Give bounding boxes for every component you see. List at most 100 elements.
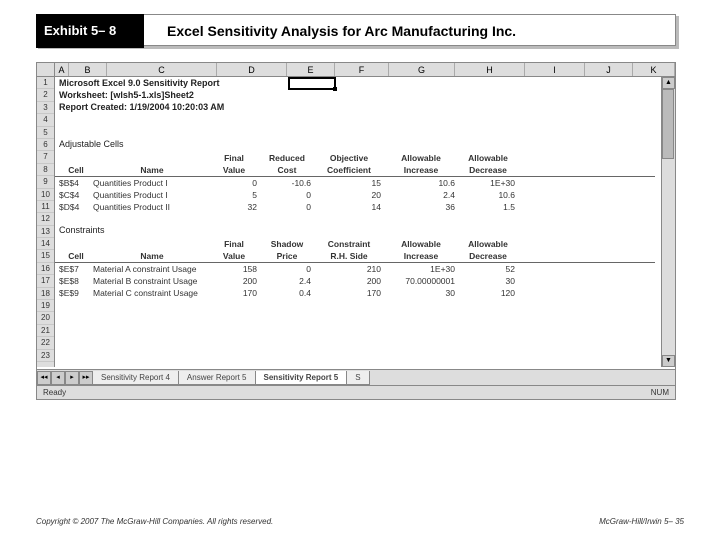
row-header[interactable]: 20 bbox=[37, 312, 54, 324]
cell-value: 210 bbox=[317, 264, 387, 276]
row-header[interactable]: 10 bbox=[37, 189, 54, 201]
col-header[interactable]: J bbox=[585, 63, 633, 76]
row-header[interactable]: 9 bbox=[37, 176, 54, 188]
adj-cells-header-1: Final Reduced Objective Allowable Allowa… bbox=[55, 153, 655, 165]
col-header[interactable]: I bbox=[525, 63, 585, 76]
title-bar: Exhibit 5– 8 Excel Sensitivity Analysis … bbox=[36, 14, 676, 46]
table-row: $B$4Quantities Product I0-10.61510.61E+3… bbox=[55, 178, 655, 190]
slide-footer: Copyright © 2007 The McGraw-Hill Compani… bbox=[36, 517, 684, 526]
sheet-tab[interactable]: Sensitivity Report 5 bbox=[255, 371, 348, 385]
adj-cells-header-2: Cell Name Value Cost Coefficient Increas… bbox=[55, 165, 655, 177]
table-row: $D$4Quantities Product II32014361.5 bbox=[55, 202, 655, 214]
cell-value: -10.6 bbox=[263, 178, 317, 190]
spreadsheet-grid[interactable]: Microsoft Excel 9.0 Sensitivity Report W… bbox=[55, 77, 675, 367]
col-header[interactable]: E bbox=[287, 63, 335, 76]
col-header[interactable]: A bbox=[55, 63, 69, 76]
scroll-thumb[interactable] bbox=[662, 89, 674, 159]
cell-value: 1.5 bbox=[461, 202, 521, 214]
tab-nav-next[interactable]: ▸ bbox=[65, 371, 79, 385]
row-header[interactable]: 3 bbox=[37, 102, 54, 114]
col-header[interactable]: F bbox=[335, 63, 389, 76]
cell-value: 52 bbox=[461, 264, 521, 276]
row-header[interactable]: 18 bbox=[37, 288, 54, 300]
report-created: Report Created: 1/19/2004 10:20:03 AM bbox=[59, 102, 224, 112]
row-header[interactable]: 7 bbox=[37, 151, 54, 163]
sheet-tab-strip: ◂◂ ◂ ▸ ▸▸ Sensitivity Report 4Answer Rep… bbox=[37, 369, 675, 385]
table-row: $E$9Material C constraint Usage1700.4170… bbox=[55, 288, 655, 300]
row-header[interactable]: 2 bbox=[37, 89, 54, 101]
cell-value: $C$4 bbox=[55, 190, 93, 202]
sheet-tab[interactable]: Answer Report 5 bbox=[178, 371, 256, 385]
tab-nav-last[interactable]: ▸▸ bbox=[79, 371, 93, 385]
col-header[interactable]: H bbox=[455, 63, 525, 76]
cell-value: Material C constraint Usage bbox=[93, 288, 211, 300]
cell-value: 5 bbox=[211, 190, 263, 202]
section-heading: Adjustable Cells bbox=[59, 139, 124, 149]
cell-value: $E$8 bbox=[55, 276, 93, 288]
row-header[interactable]: 13 bbox=[37, 226, 54, 238]
table-row: $C$4Quantities Product I50202.410.6 bbox=[55, 190, 655, 202]
row-header[interactable]: 11 bbox=[37, 201, 54, 213]
cell-value: $E$7 bbox=[55, 264, 93, 276]
horizontal-scrollbar[interactable] bbox=[374, 372, 675, 384]
sheet-tab[interactable]: S bbox=[346, 371, 369, 385]
table-row: $E$7Material A constraint Usage15802101E… bbox=[55, 264, 655, 276]
page-number: McGraw-Hill/Irwin 5– 35 bbox=[599, 517, 684, 526]
col-header[interactable]: D bbox=[217, 63, 287, 76]
status-bar: Ready NUM bbox=[37, 385, 675, 399]
col-header[interactable]: K bbox=[633, 63, 675, 76]
cell-value: $D$4 bbox=[55, 202, 93, 214]
row-header[interactable]: 23 bbox=[37, 350, 54, 362]
cell-value: Quantities Product II bbox=[93, 202, 211, 214]
constraints-header-1: Final Shadow Constraint Allowable Allowa… bbox=[55, 239, 655, 251]
cell-value: 1E+30 bbox=[461, 178, 521, 190]
sheet-tab[interactable]: Sensitivity Report 4 bbox=[92, 371, 179, 385]
col-header[interactable]: B bbox=[69, 63, 107, 76]
row-header[interactable]: 8 bbox=[37, 164, 54, 176]
row-header[interactable]: 16 bbox=[37, 263, 54, 275]
col-header[interactable]: G bbox=[389, 63, 455, 76]
report-title: Microsoft Excel 9.0 Sensitivity Report bbox=[59, 78, 220, 88]
cell-value: 0 bbox=[211, 178, 263, 190]
vertical-scrollbar[interactable]: ▲ ▼ bbox=[661, 77, 675, 367]
row-header[interactable]: 19 bbox=[37, 300, 54, 312]
row-header[interactable]: 15 bbox=[37, 250, 54, 262]
cell-value: 1E+30 bbox=[387, 264, 461, 276]
cell-value: 70.00000001 bbox=[387, 276, 461, 288]
cell-value: Material A constraint Usage bbox=[93, 264, 211, 276]
cell-value: 0 bbox=[263, 190, 317, 202]
row-header[interactable]: 22 bbox=[37, 337, 54, 349]
row-header[interactable]: 4 bbox=[37, 114, 54, 126]
cell-value: $B$4 bbox=[55, 178, 93, 190]
cell-value: 14 bbox=[317, 202, 387, 214]
cell-value: Quantities Product I bbox=[93, 190, 211, 202]
cell-value: 0 bbox=[263, 202, 317, 214]
cell-value: 2.4 bbox=[387, 190, 461, 202]
tab-nav-first[interactable]: ◂◂ bbox=[37, 371, 51, 385]
cell-value: Material B constraint Usage bbox=[93, 276, 211, 288]
cell-value: 158 bbox=[211, 264, 263, 276]
row-header[interactable]: 12 bbox=[37, 213, 54, 225]
status-numlock: NUM bbox=[651, 386, 669, 399]
row-header[interactable]: 17 bbox=[37, 275, 54, 287]
row-header[interactable]: 1 bbox=[37, 77, 54, 89]
row-headers: 1234567891011121314151617181920212223 bbox=[37, 77, 55, 367]
row-header[interactable]: 21 bbox=[37, 325, 54, 337]
row-header[interactable]: 14 bbox=[37, 238, 54, 250]
cell-value: 20 bbox=[317, 190, 387, 202]
table-row: $E$8Material B constraint Usage2002.4200… bbox=[55, 276, 655, 288]
row-header[interactable]: 5 bbox=[37, 127, 54, 139]
tab-nav-prev[interactable]: ◂ bbox=[51, 371, 65, 385]
cell-value: 10.6 bbox=[461, 190, 521, 202]
cell-value: 15 bbox=[317, 178, 387, 190]
scroll-down-button[interactable]: ▼ bbox=[662, 355, 675, 367]
copyright-text: Copyright © 2007 The McGraw-Hill Compani… bbox=[36, 517, 273, 526]
col-header[interactable]: C bbox=[107, 63, 217, 76]
active-cell-cursor bbox=[288, 77, 336, 90]
scroll-up-button[interactable]: ▲ bbox=[662, 77, 675, 89]
cell-value: 2.4 bbox=[263, 276, 317, 288]
cell-value: 0.4 bbox=[263, 288, 317, 300]
row-header[interactable]: 6 bbox=[37, 139, 54, 151]
cell-value: 170 bbox=[211, 288, 263, 300]
cell-value: 200 bbox=[211, 276, 263, 288]
